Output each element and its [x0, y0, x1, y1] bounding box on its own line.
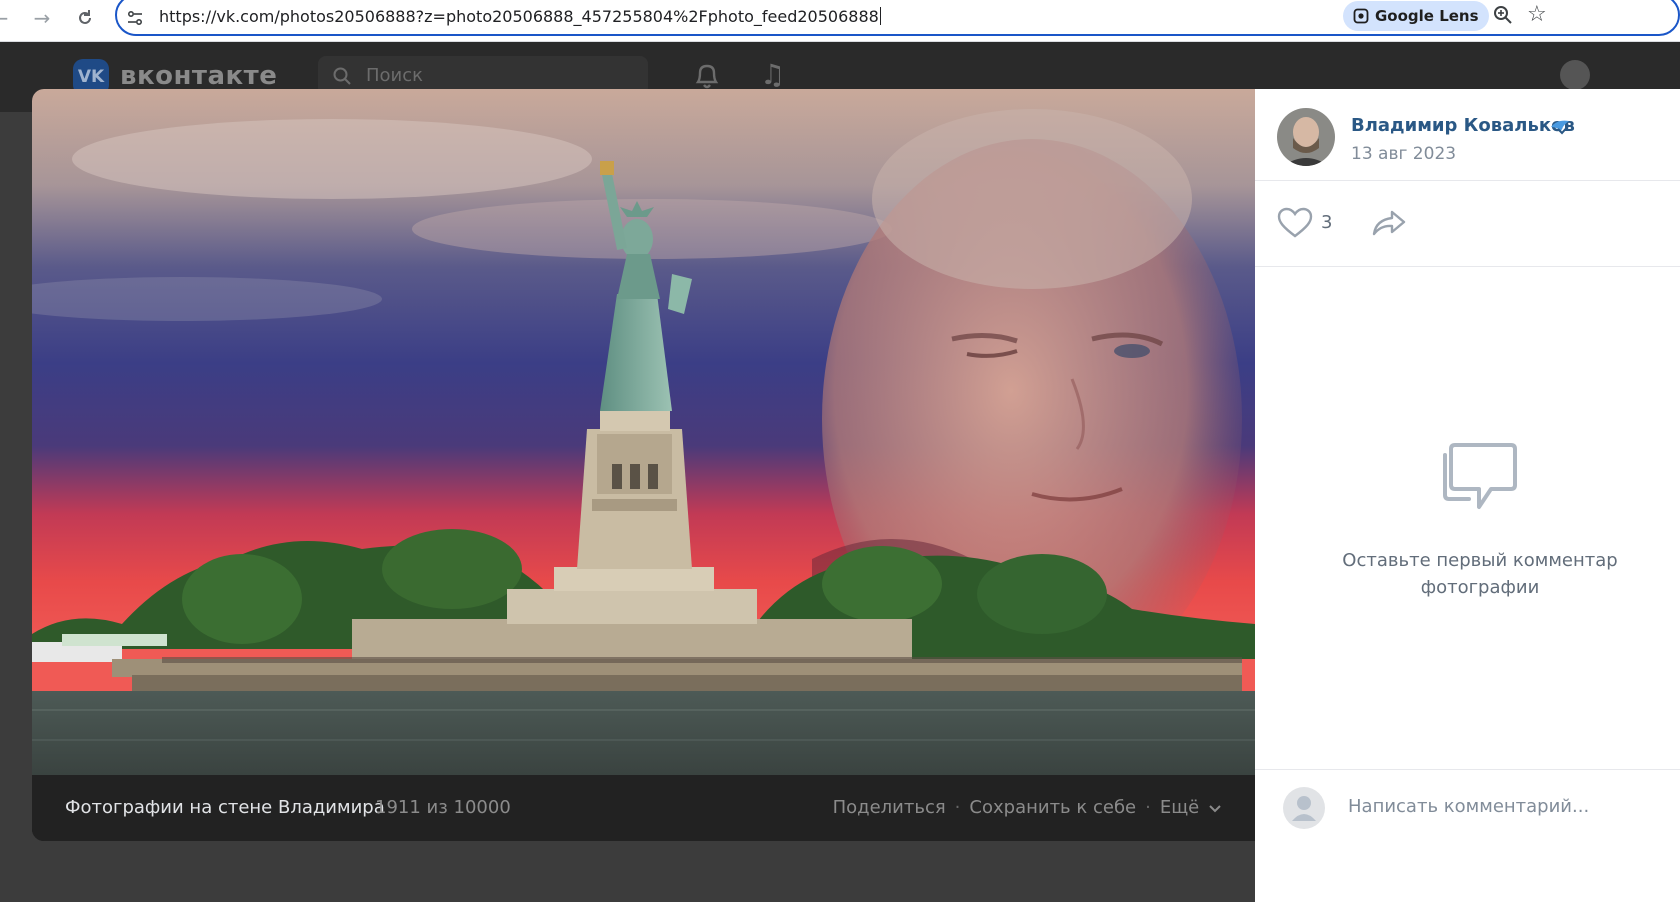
save-to-self-button[interactable]: Сохранить к себе	[969, 797, 1136, 818]
share-arrow-icon[interactable]	[1371, 208, 1407, 238]
no-comments-text: Оставьте первый комментар фотографии	[1295, 547, 1665, 601]
back-button[interactable]: ←	[0, 4, 14, 32]
comments-empty-icon	[1443, 443, 1517, 509]
google-lens-icon	[1353, 8, 1369, 24]
zoom-icon[interactable]	[1493, 5, 1513, 25]
user-avatar[interactable]	[1560, 60, 1590, 90]
address-bar[interactable]: https://vk.com/photos20506888?z=photo205…	[115, 0, 1680, 36]
google-lens-label: Google Lens	[1375, 7, 1479, 25]
photo-actions: Поделиться · Сохранить к себе · Ещё	[833, 797, 1221, 818]
no-comments-line-2: фотографии	[1420, 577, 1540, 598]
browser-toolbar: ← → https://vk.com/photos20506888?z=phot…	[0, 0, 1680, 42]
heart-icon[interactable]	[1277, 207, 1313, 239]
author-row: Владимир Ковальков 13 авг 2023	[1255, 89, 1680, 181]
commenter-avatar	[1283, 787, 1325, 829]
site-settings-icon[interactable]	[127, 10, 143, 26]
photo-counter: 1911 из 10000	[375, 797, 511, 818]
post-date: 13 авг 2023	[1351, 144, 1457, 164]
bell-icon[interactable]	[692, 60, 722, 92]
chevron-down-icon	[1209, 805, 1221, 813]
separator: ·	[954, 797, 961, 818]
search-placeholder: Поиск	[366, 65, 424, 86]
more-label: Ещё	[1159, 797, 1200, 818]
author-name-link[interactable]: Владимир Ковальков	[1351, 115, 1575, 136]
music-icon[interactable]: ♫	[760, 58, 785, 91]
reload-icon	[79, 10, 91, 24]
avatar-icon	[1277, 108, 1335, 166]
photo-viewer: Фотографии на стене Владимира 1911 из 10…	[32, 89, 1255, 841]
comment-composer: Написать комментарий...	[1255, 769, 1680, 902]
forward-button[interactable]: →	[28, 4, 56, 32]
bookmark-star-icon[interactable]: ☆	[1527, 2, 1547, 28]
share-button[interactable]: Поделиться	[833, 797, 946, 818]
search-icon	[333, 67, 351, 85]
no-comments-line-1: Оставьте первый комментар	[1342, 550, 1618, 571]
photo-side-panel: Владимир Ковальков 13 авг 2023 3 Оставьт…	[1255, 89, 1680, 902]
author-avatar[interactable]	[1277, 108, 1335, 166]
url-text[interactable]: https://vk.com/photos20506888?z=photo205…	[159, 7, 881, 26]
like-count: 3	[1321, 212, 1333, 233]
album-title-link[interactable]: Фотографии на стене Владимира	[65, 797, 385, 818]
photo-caption-bar: Фотографии на стене Владимира 1911 из 10…	[32, 775, 1255, 841]
reactions-row: 3	[1255, 182, 1680, 267]
separator: ·	[1145, 797, 1151, 818]
verified-badge-icon	[1551, 120, 1570, 135]
photo-image[interactable]	[32, 89, 1255, 775]
more-button[interactable]: Ещё	[1160, 797, 1221, 818]
reload-button[interactable]	[71, 4, 99, 32]
vk-logo-text[interactable]: вконтакте	[120, 61, 277, 91]
comment-input[interactable]: Написать комментарий...	[1348, 796, 1589, 817]
google-lens-button[interactable]: Google Lens	[1343, 1, 1489, 31]
user-placeholder-icon	[1292, 796, 1316, 821]
